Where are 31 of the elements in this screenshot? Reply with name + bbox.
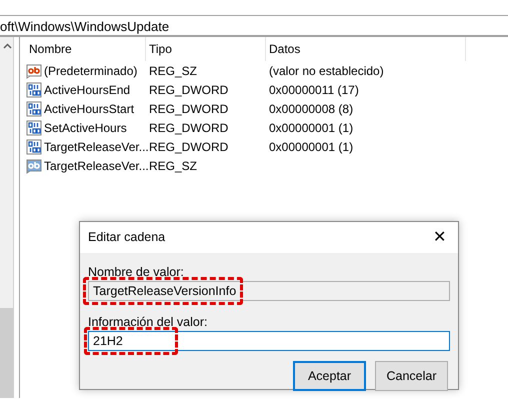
close-button[interactable]: ✕ (429, 228, 450, 248)
field-label: Nombre de valor: (88, 265, 185, 279)
value-data: 0x00000001 (1) (268, 120, 354, 136)
column-header[interactable]: Tipo (146, 37, 266, 61)
dialog-title: Editar cadena (88, 229, 166, 246)
cancel-button[interactable]: Cancelar (375, 361, 448, 391)
registry-value-name[interactable]: TargetReleaseVer... (44, 138, 149, 156)
value-data: 0x00000001 (1) (268, 138, 354, 156)
accept-button[interactable]: Aceptar (293, 361, 366, 391)
field-label: Información del valor: (88, 315, 209, 329)
value-type: REG_SZ (148, 62, 198, 80)
value-type: REG_DWORD (148, 100, 230, 118)
registry-value-name[interactable]: ActiveHoursEnd (44, 80, 130, 98)
value-data: 0x00000008 (8) (268, 100, 354, 118)
scrollbar[interactable] (0, 37, 14, 398)
column-header[interactable]: Nombre (26, 37, 146, 61)
registry-value-name[interactable]: (Predeterminado) (44, 62, 138, 80)
value-data: (valor no establecido) (268, 62, 384, 80)
column-header[interactable]: Datos (266, 37, 466, 61)
registry-value-name[interactable]: TargetReleaseVer... (44, 156, 149, 174)
address-bar[interactable]: oft\Windows\WindowsUpdate (0, 16, 508, 37)
registry-value-name[interactable]: SetActiveHours (44, 118, 127, 136)
value-type: REG_DWORD (148, 82, 230, 98)
value-field[interactable]: 21H2 (88, 331, 450, 351)
scroll-up-icon[interactable] (3, 43, 12, 49)
scroll-thumb[interactable] (0, 308, 13, 398)
value-type: REG_DWORD (148, 120, 230, 136)
registry-value-name[interactable]: ActiveHoursStart (44, 100, 134, 118)
value-type: REG_DWORD (148, 138, 230, 156)
value-type: REG_SZ (148, 158, 198, 174)
value-data: 0x00000011 (17) (268, 82, 359, 98)
